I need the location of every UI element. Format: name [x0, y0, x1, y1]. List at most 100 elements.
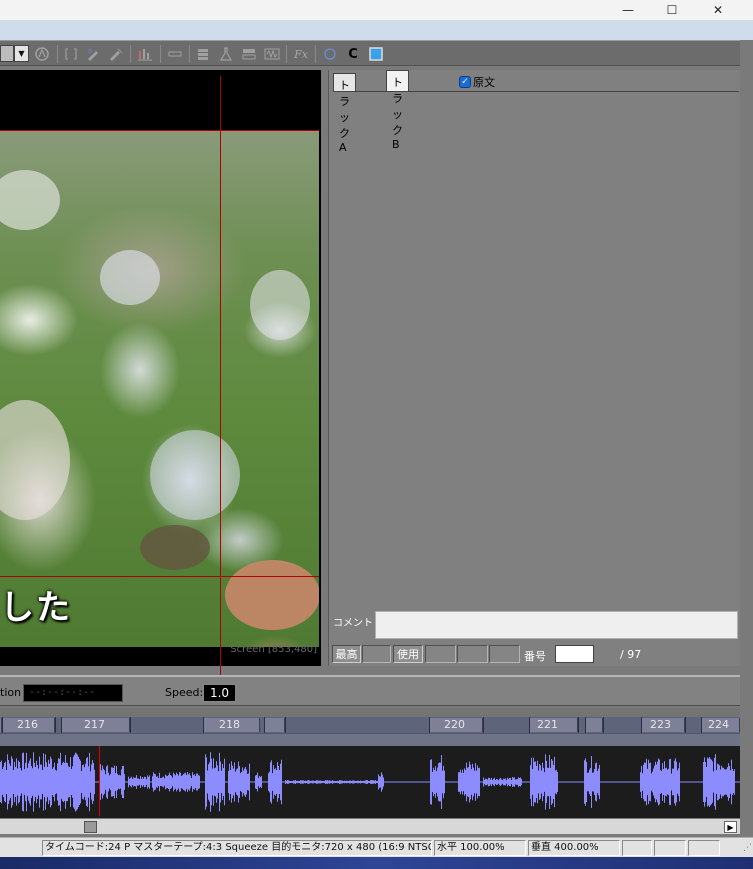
minimize-button[interactable]: —	[605, 0, 651, 20]
waveform-sample	[590, 767, 591, 797]
waveform-sample	[66, 762, 67, 802]
video-preview[interactable]: した Screen [853,480]	[0, 70, 321, 696]
pen-a-icon[interactable]: P	[86, 46, 102, 62]
waveform-sample	[654, 765, 655, 799]
waveform-sample	[287, 780, 288, 784]
waveform-sample	[212, 768, 213, 796]
pen-b-icon[interactable]	[108, 46, 124, 62]
bar-icon[interactable]	[167, 46, 183, 62]
tab-track-a[interactable]: トラック A	[333, 73, 356, 154]
position-label: tion	[0, 686, 22, 699]
rock-shape	[225, 560, 319, 630]
waveform-sample	[547, 767, 548, 797]
waveform-sample	[473, 767, 474, 797]
audio-waveform[interactable]	[0, 746, 740, 818]
waveform-sample	[255, 775, 256, 789]
waveform-sample	[185, 772, 186, 792]
waveform-sample	[221, 770, 222, 794]
waveform-sample	[533, 757, 534, 807]
waveform-sample	[382, 774, 383, 790]
blossom-shape	[150, 430, 240, 520]
waveform-sample	[477, 765, 478, 799]
waveform-sample	[256, 774, 257, 790]
waveform-sample	[240, 773, 241, 791]
circle-a-icon[interactable]	[34, 46, 50, 62]
waveform-sample	[257, 772, 258, 792]
timeline-ruler[interactable]: 216 217 218 220 221 223 224	[0, 717, 740, 733]
waveform-sample	[146, 779, 147, 785]
waveform-sample	[297, 780, 298, 784]
square-icon[interactable]	[368, 46, 384, 62]
ruler-tick	[578, 717, 579, 733]
waveform-sample	[33, 752, 34, 812]
number-input[interactable]	[555, 645, 594, 663]
resize-grip-icon[interactable]: ⋰	[743, 843, 752, 853]
waveform-sample	[546, 760, 547, 804]
waveform-sample	[306, 781, 307, 783]
use-button[interactable]: 使用	[393, 645, 423, 663]
split-icon[interactable]	[241, 46, 257, 62]
waveform-sample	[556, 769, 557, 795]
waveform-sample	[121, 769, 122, 795]
scroll-right-button[interactable]: ▶	[724, 821, 737, 833]
waveform-sample	[123, 765, 124, 799]
playhead[interactable]	[99, 746, 100, 816]
toolbar-dropdown-button[interactable]: ▼	[14, 45, 29, 62]
wave-icon[interactable]	[264, 46, 280, 62]
waveform-sample	[595, 763, 596, 801]
comment-input[interactable]	[375, 611, 738, 639]
waveform-sample	[662, 763, 663, 801]
waveform-sample	[186, 774, 187, 790]
maximize-button[interactable]: ☐	[649, 0, 695, 20]
flask-icon[interactable]	[218, 46, 234, 62]
waveform-sample	[94, 769, 95, 795]
waveform-sample	[352, 780, 353, 784]
waveform-sample	[726, 769, 727, 795]
waveform-sample	[93, 762, 94, 802]
tab-track-b[interactable]: トラック B	[386, 70, 409, 151]
waveform-sample	[380, 776, 381, 788]
c-icon[interactable]: C	[345, 46, 361, 62]
safe-area-bottom-line	[0, 576, 319, 577]
stack-icon[interactable]	[195, 46, 211, 62]
bracket-icon[interactable]	[63, 46, 79, 62]
waveform-sample	[143, 778, 144, 786]
waveform-sample	[214, 768, 215, 796]
waveform-sample	[518, 777, 519, 787]
waveform-sample	[168, 774, 169, 790]
waveform-sample	[340, 780, 341, 784]
fx-icon[interactable]: Fx	[293, 46, 309, 62]
waveform-sample	[344, 780, 345, 784]
waveform-sample	[304, 780, 305, 784]
blossom-shape	[100, 250, 160, 305]
waveform-sample	[144, 776, 145, 788]
ruler-label: 217	[84, 718, 105, 731]
waveform-sample	[597, 770, 598, 794]
waveform-sample	[335, 780, 336, 784]
waveform-sample	[30, 758, 31, 806]
waveform-sample	[500, 777, 501, 787]
scrollbar-thumb[interactable]	[84, 821, 97, 833]
waveform-sample	[647, 768, 648, 796]
original-text-checkbox[interactable]: ✓ 原文	[459, 74, 495, 90]
waveform-sample	[539, 764, 540, 800]
chart-icon[interactable]	[137, 46, 153, 62]
timeline-scrollbar[interactable]: ▶	[0, 818, 740, 834]
waveform-sample	[178, 775, 179, 789]
timecode-display[interactable]: --:--:--:--	[23, 684, 123, 702]
best-button[interactable]: 最高	[332, 645, 361, 663]
waveform-sample	[62, 762, 63, 802]
track-content-area[interactable]	[333, 91, 739, 611]
waveform-sample	[379, 776, 380, 788]
speed-input[interactable]: 1.0	[203, 684, 236, 702]
waveform-sample	[336, 781, 337, 783]
loop-icon[interactable]	[322, 46, 338, 62]
toolbar-combo[interactable]	[0, 45, 14, 62]
close-button[interactable]: ✕	[695, 0, 741, 20]
waveform-sample	[43, 753, 44, 811]
waveform-sample	[217, 765, 218, 799]
waveform-sample	[432, 771, 433, 793]
waveform-sample	[484, 779, 485, 785]
waveform-sample	[292, 781, 293, 783]
waveform-sample	[554, 756, 555, 808]
